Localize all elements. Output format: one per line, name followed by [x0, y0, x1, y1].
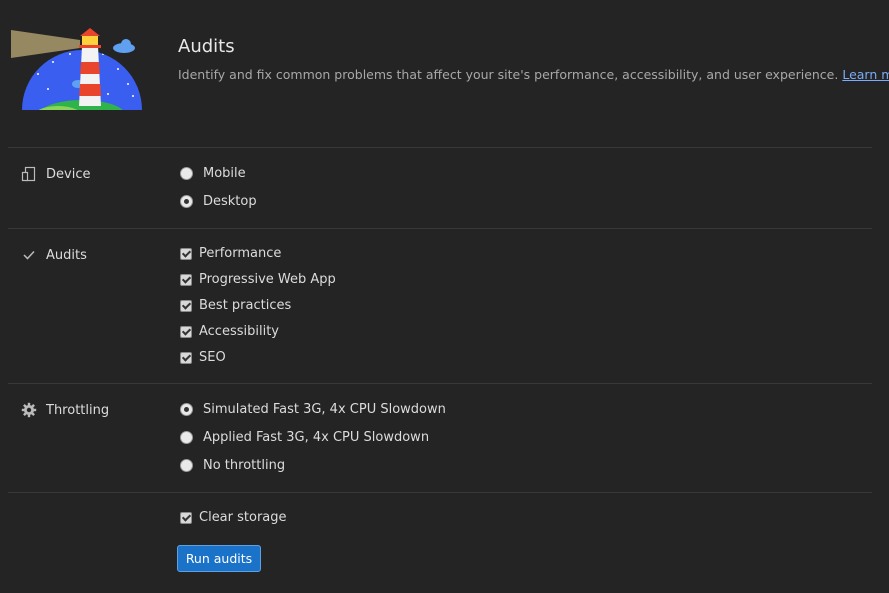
device-option-desktop[interactable]: Desktop: [180, 194, 257, 209]
option-label: Applied Fast 3G, 4x CPU Slowdown: [203, 430, 430, 445]
divider: [8, 228, 872, 229]
page-title: Audits: [178, 36, 235, 57]
mobile-radio[interactable]: [180, 167, 193, 180]
clear-storage-checkbox[interactable]: [180, 511, 192, 524]
divider: [8, 492, 872, 493]
best-practices-checkbox[interactable]: [180, 299, 192, 312]
divider: [8, 383, 872, 384]
option-label: Progressive Web App: [199, 272, 336, 287]
no-throttling-radio[interactable]: [180, 459, 193, 472]
throttling-option-simulated[interactable]: Simulated Fast 3G, 4x CPU Slowdown: [180, 402, 446, 417]
throttling-label: Throttling: [46, 402, 110, 418]
page-description: Identify and fix common problems that af…: [178, 67, 889, 82]
audit-option-seo[interactable]: SEO: [180, 350, 226, 365]
throttling-section-label: Throttling: [20, 401, 109, 419]
throttling-option-applied[interactable]: Applied Fast 3G, 4x CPU Slowdown: [180, 430, 429, 445]
option-label: Desktop: [203, 194, 257, 209]
audit-option-performance[interactable]: Performance: [180, 246, 281, 261]
clear-storage-option[interactable]: Clear storage: [180, 510, 287, 525]
device-icon: [20, 165, 38, 183]
option-label: Simulated Fast 3G, 4x CPU Slowdown: [203, 402, 446, 417]
checkmark-icon: [20, 246, 38, 264]
device-section-label: Device: [20, 165, 90, 183]
option-label: Accessibility: [199, 324, 279, 339]
option-label: Clear storage: [199, 510, 287, 525]
run-audits-button[interactable]: Run audits: [177, 545, 261, 572]
option-label: Mobile: [203, 166, 246, 181]
accessibility-checkbox[interactable]: [180, 325, 192, 338]
device-option-mobile[interactable]: Mobile: [180, 166, 246, 181]
performance-checkbox[interactable]: [180, 247, 192, 260]
applied-radio[interactable]: [180, 431, 193, 444]
audits-section-label: Audits: [20, 246, 87, 264]
description-text: Identify and fix common problems that af…: [178, 67, 839, 82]
audit-option-pwa[interactable]: Progressive Web App: [180, 272, 336, 287]
throttling-option-none[interactable]: No throttling: [180, 458, 285, 473]
simulated-radio[interactable]: [180, 403, 193, 416]
divider: [8, 147, 872, 148]
learn-more-link[interactable]: Learn more: [842, 67, 889, 82]
audits-label: Audits: [46, 247, 87, 263]
device-label: Device: [46, 166, 91, 182]
lighthouse-logo: [11, 28, 142, 110]
audit-option-accessibility[interactable]: Accessibility: [180, 324, 279, 339]
audits-panel: Audits Identify and fix common problems …: [0, 0, 889, 593]
option-label: Performance: [199, 246, 282, 261]
gear-icon: [20, 401, 38, 419]
desktop-radio[interactable]: [180, 195, 193, 208]
pwa-checkbox[interactable]: [180, 273, 192, 286]
option-label: SEO: [199, 350, 226, 365]
seo-checkbox[interactable]: [180, 351, 192, 364]
audit-option-best-practices[interactable]: Best practices: [180, 298, 291, 313]
option-label: Best practices: [199, 298, 292, 313]
option-label: No throttling: [203, 458, 286, 473]
